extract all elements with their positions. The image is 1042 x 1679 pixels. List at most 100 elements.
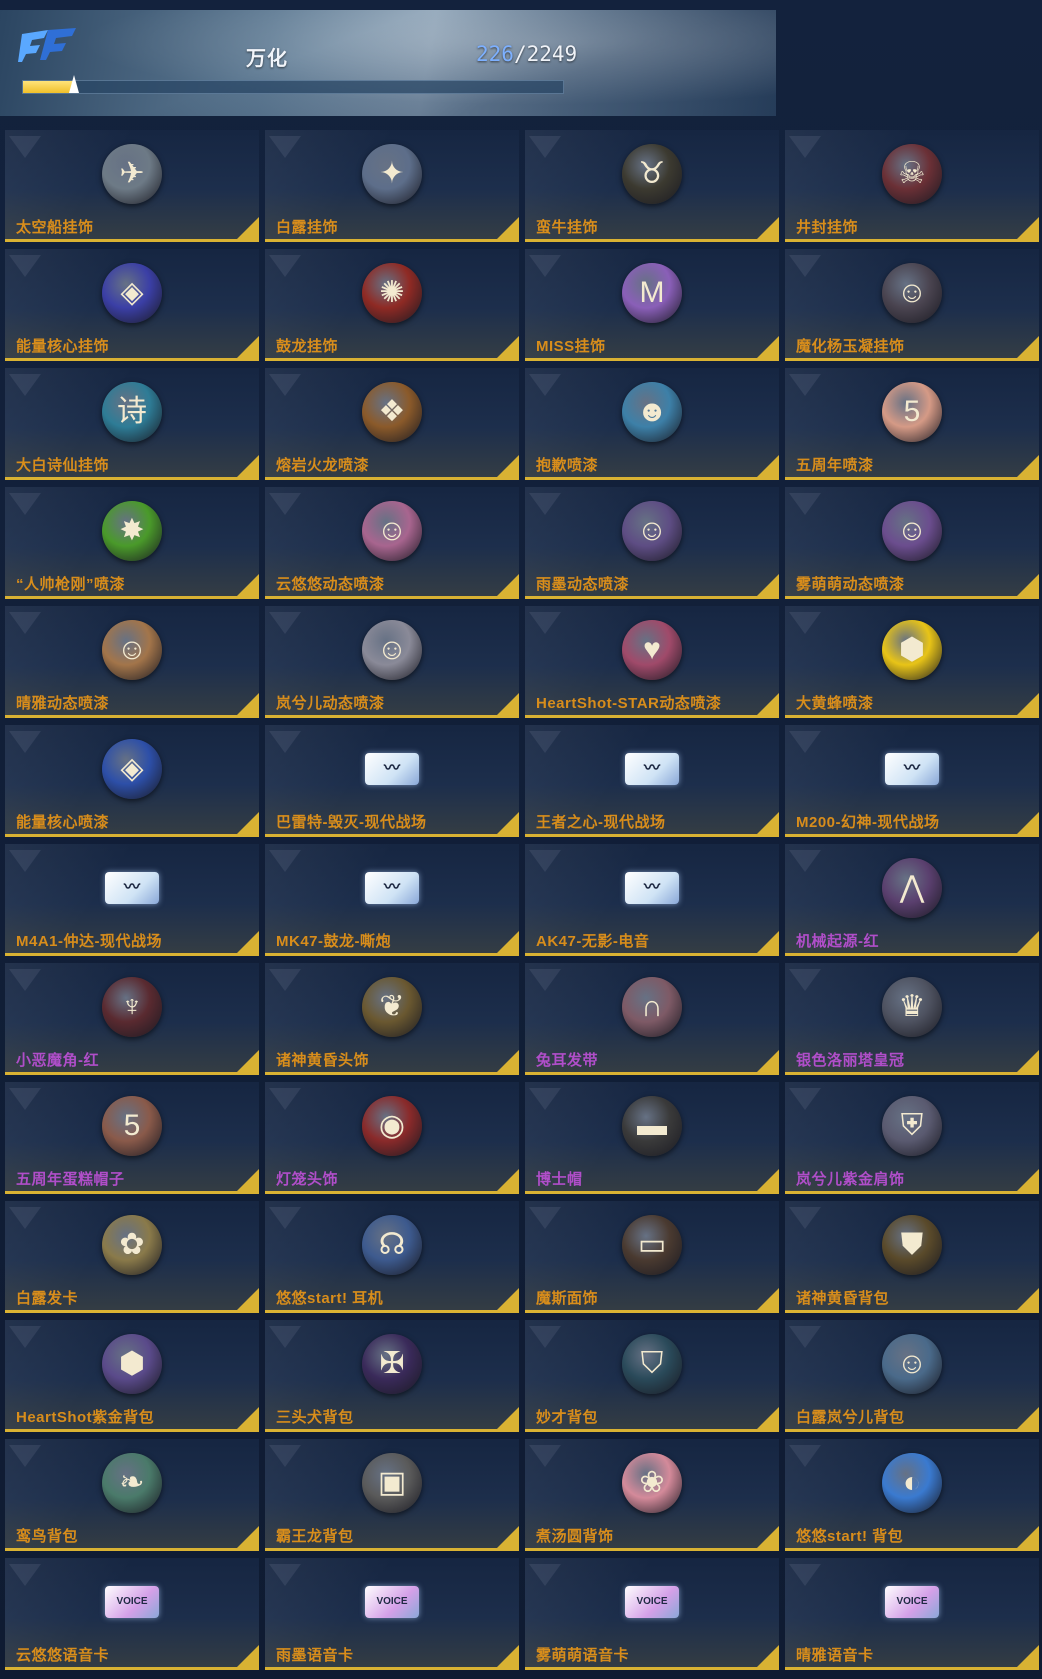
opera-mask-badge-icon: ☺ (882, 263, 942, 323)
item-card[interactable]: ☠ 井封挂饰 (785, 130, 1039, 242)
purple-gold-shoulder-icon: ⛨ (882, 1096, 942, 1156)
item-label: MISS挂饰 (536, 338, 606, 355)
dragon-badge-icon: ✺ (362, 263, 422, 323)
item-card[interactable]: ☺ 白露岚兮儿背包 (785, 1320, 1039, 1432)
item-card[interactable]: ∩ 兔耳发带 (525, 963, 779, 1075)
headphones-icon: ☊ (362, 1215, 422, 1275)
item-card[interactable]: ☺ 雾萌萌动态喷漆 (785, 487, 1039, 599)
item-card[interactable]: ✠ 三头犬背包 (265, 1320, 519, 1432)
item-card[interactable]: M MISS挂饰 (525, 249, 779, 361)
bunny-ear-headband-icon: ∩ (622, 977, 682, 1037)
weapon-card-icon: 〰 (885, 753, 939, 785)
item-card[interactable]: ☺ 魔化杨玉凝挂饰 (785, 249, 1039, 361)
item-card[interactable]: ✦ 白露挂饰 (265, 130, 519, 242)
item-card[interactable]: 〰巴雷特-毁灭-现代战场 (265, 725, 519, 837)
item-card[interactable]: 〰 AK47-无影-电音 (525, 844, 779, 956)
item-card[interactable]: ✺ 鼓龙挂饰 (265, 249, 519, 361)
item-card[interactable]: ☺ 岚兮儿动态喷漆 (265, 606, 519, 718)
item-card[interactable]: ❀ 煮汤圆背饰 (525, 1439, 779, 1551)
item-label: 诸神黄昏背包 (796, 1290, 890, 1307)
item-label: 魔化杨玉凝挂饰 (796, 338, 905, 355)
item-card[interactable]: ▭ 魔斯面饰 (525, 1201, 779, 1313)
item-card[interactable]: ▬ 博士帽 (525, 1082, 779, 1194)
rice-ball-backpack-icon: ❀ (622, 1453, 682, 1513)
item-card[interactable]: 〰王者之心-现代战场 (525, 725, 779, 837)
item-label: 兔耳发带 (536, 1052, 599, 1069)
item-card[interactable]: ☊ 悠悠start! 耳机 (265, 1201, 519, 1313)
item-card[interactable]: VOICE 晴雅语音卡 (785, 1558, 1039, 1670)
cat-ear-headband-icon: ⋀ (882, 858, 942, 918)
item-label: 魔斯面饰 (536, 1290, 599, 1307)
item-card[interactable]: ✈ 太空船挂饰 (5, 130, 259, 242)
item-card[interactable]: ☻ 抱歉喷漆 (525, 368, 779, 480)
item-card[interactable]: ◈ 能量核心挂饰 (5, 249, 259, 361)
item-card[interactable]: ✿ 白露发卡 (5, 1201, 259, 1313)
item-label: 巴雷特-毁灭-现代战场 (276, 814, 427, 831)
item-card[interactable]: ⋀ 机械起源-红 (785, 844, 1039, 956)
item-label: 妙才背包 (536, 1409, 599, 1426)
item-card[interactable]: ⬢ HeartShot紫金背包 (5, 1320, 259, 1432)
item-card[interactable]: ◈ 能量核心喷漆 (5, 725, 259, 837)
item-card[interactable]: VOICE 雨墨语音卡 (265, 1558, 519, 1670)
item-label: 晴雅动态喷漆 (16, 695, 110, 712)
item-card[interactable]: 5 五周年蛋糕帽子 (5, 1082, 259, 1194)
collection-progress-bar (22, 75, 564, 94)
collection-title: 万化 (246, 48, 288, 70)
item-card[interactable]: ❧ 鸾鸟背包 (5, 1439, 259, 1551)
weapon-card-icon: 〰 (365, 753, 419, 785)
item-card[interactable]: VOICE 云悠悠语音卡 (5, 1558, 259, 1670)
item-label: 五周年蛋糕帽子 (16, 1171, 125, 1188)
item-label: 熔岩火龙喷漆 (276, 457, 370, 474)
weapon-card-icon: 〰 (625, 753, 679, 785)
graduation-cap-icon: ▬ (622, 1096, 682, 1156)
item-card[interactable]: 〰 MK47-鼓龙-嘶炮 (265, 844, 519, 956)
item-card[interactable]: 5 五周年喷漆 (785, 368, 1039, 480)
lava-dragon-spray-icon: ❖ (362, 382, 422, 442)
item-label: 王者之心-现代战场 (536, 814, 666, 831)
item-label: 银色洛丽塔皇冠 (796, 1052, 905, 1069)
item-card[interactable]: ♛ 银色洛丽塔皇冠 (785, 963, 1039, 1075)
item-card[interactable]: ⛊ 诸神黄昏背包 (785, 1201, 1039, 1313)
item-label: 云悠悠语音卡 (16, 1647, 110, 1664)
item-card[interactable]: 〰 M200-幻神-现代战场 (785, 725, 1039, 837)
item-card[interactable]: 〰 M4A1-仲达-现代战场 (5, 844, 259, 956)
item-card[interactable]: VOICE 雾萌萌语音卡 (525, 1558, 779, 1670)
item-label: 白露发卡 (16, 1290, 79, 1307)
item-card[interactable]: ⬢ 大黄蜂喷漆 (785, 606, 1039, 718)
item-card[interactable]: ♉ 蛮牛挂饰 (525, 130, 779, 242)
item-card[interactable]: ❖ 熔岩火龙喷漆 (265, 368, 519, 480)
item-card[interactable]: 诗大白诗仙挂饰 (5, 368, 259, 480)
fifth-anniversary-spray-icon: 5 (882, 382, 942, 442)
item-card[interactable]: ▣ 霸王龙背包 (265, 1439, 519, 1551)
item-label: 小恶魔角-红 (16, 1052, 99, 1069)
item-label: 岚兮儿动态喷漆 (276, 695, 385, 712)
bull-badge-icon: ♉ (622, 144, 682, 204)
item-card[interactable]: ☺ 云悠悠动态喷漆 (265, 487, 519, 599)
item-label: 太空船挂饰 (16, 219, 94, 236)
chibi-girl-backpack-icon: ☺ (882, 1334, 942, 1394)
item-label: 灯笼头饰 (276, 1171, 339, 1188)
item-label: MK47-鼓龙-嘶炮 (276, 933, 392, 950)
item-card[interactable]: ✸ “人帅枪刚”喷漆 (5, 487, 259, 599)
item-label: 雾萌萌语音卡 (536, 1647, 630, 1664)
item-label: “人帅枪刚”喷漆 (16, 576, 126, 593)
item-card[interactable]: ◉ 灯笼头饰 (265, 1082, 519, 1194)
item-card[interactable]: ◐ 悠悠start! 背包 (785, 1439, 1039, 1551)
silver-crown-headband-icon: ♛ (882, 977, 942, 1037)
cake-hat-icon: 5 (102, 1096, 162, 1156)
item-card[interactable]: ⛨ 岚兮儿紫金肩饰 (785, 1082, 1039, 1194)
item-card[interactable]: ☺ 雨墨动态喷漆 (525, 487, 779, 599)
voice-card-icon: VOICE (365, 1586, 419, 1618)
purple-gold-backpack-icon: ⬢ (102, 1334, 162, 1394)
item-label: HeartShot紫金背包 (16, 1409, 155, 1426)
fairy-figure-icon: ✦ (362, 144, 422, 204)
item-card[interactable]: ☺ 晴雅动态喷漆 (5, 606, 259, 718)
item-label: HeartShot-STAR动态喷漆 (536, 695, 722, 712)
item-card[interactable]: ♆ 小恶魔角-红 (5, 963, 259, 1075)
item-card[interactable]: ⛉ 妙才背包 (525, 1320, 779, 1432)
collection-header: 万化 226/2249 (0, 10, 776, 116)
item-card[interactable]: ♥ HeartShot-STAR动态喷漆 (525, 606, 779, 718)
item-label: 云悠悠动态喷漆 (276, 576, 385, 593)
poem-crystal-badge-icon: 诗 (102, 382, 162, 442)
item-card[interactable]: ❦ 诸神黄昏头饰 (265, 963, 519, 1075)
